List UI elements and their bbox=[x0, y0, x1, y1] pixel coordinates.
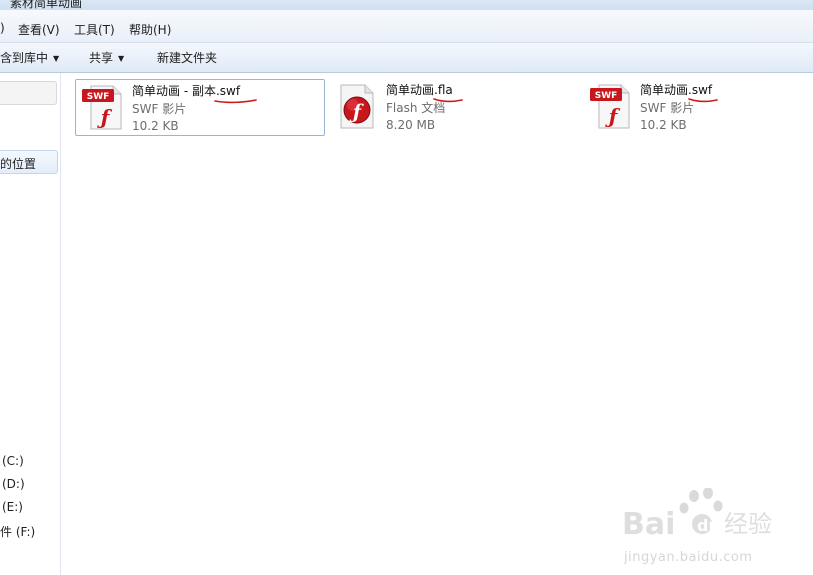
command-toolbar: 含到库中 ▼ 共享 ▼ 新建文件夹 bbox=[0, 43, 813, 73]
annotation-underline bbox=[433, 98, 463, 103]
window-titlebar: 素材简单动画 bbox=[0, 0, 813, 10]
file-type: SWF 影片 bbox=[132, 102, 187, 116]
nav-drive-d[interactable]: (D:) bbox=[2, 477, 25, 491]
baidu-paw-logo: Bai du 经验 bbox=[622, 487, 772, 542]
svg-text:Bai: Bai bbox=[622, 507, 675, 542]
file-size: 10.2 KB bbox=[640, 118, 687, 132]
file-tile-fla[interactable]: ƒ 简单动画.fla Flash 文档 8.20 MB bbox=[330, 79, 578, 134]
svg-text:SWF: SWF bbox=[595, 91, 618, 101]
nav-drive-c[interactable]: (C:) bbox=[2, 454, 24, 468]
nav-item-recent-places[interactable]: 的位置 bbox=[0, 150, 58, 174]
nav-drive-f[interactable]: 件 (F:) bbox=[0, 523, 35, 540]
menu-edit[interactable]: ) bbox=[0, 21, 5, 35]
menu-view[interactable]: 查看(V) bbox=[18, 21, 60, 38]
nav-item-favorites[interactable] bbox=[0, 81, 57, 105]
include-in-library-label: 含到库中 bbox=[0, 51, 49, 65]
file-tile-swf-copy[interactable]: SWF ƒ 简单动画 - 副本.swf SWF 影片 10.2 KB bbox=[75, 79, 325, 136]
chevron-down-icon: ▼ bbox=[53, 54, 60, 63]
file-type: SWF 影片 bbox=[640, 101, 695, 115]
navigation-pane: 的位置 (C:) (D:) (E:) 件 (F:) bbox=[0, 73, 61, 575]
watermark-url: jingyan.baidu.com bbox=[624, 550, 753, 565]
baidu-watermark: Bai du 经验 jingyan.baidu.com bbox=[620, 487, 810, 566]
svg-text:du: du bbox=[697, 516, 720, 535]
annotation-underline bbox=[688, 98, 718, 103]
menu-help[interactable]: 帮助(H) bbox=[129, 21, 171, 38]
svg-text:经验: 经验 bbox=[724, 510, 772, 538]
nav-drive-e[interactable]: (E:) bbox=[2, 500, 23, 514]
swf-file-icon: SWF ƒ bbox=[82, 85, 122, 130]
swf-file-icon: SWF ƒ bbox=[590, 84, 630, 129]
file-tile-swf[interactable]: SWF ƒ 简单动画.swf SWF 影片 10.2 KB bbox=[584, 79, 813, 134]
annotation-underline bbox=[214, 99, 257, 104]
share-button[interactable]: 共享 ▼ bbox=[89, 49, 124, 66]
chevron-down-icon: ▼ bbox=[118, 54, 125, 63]
window-title: 素材简单动画 bbox=[10, 0, 83, 10]
new-folder-button[interactable]: 新建文件夹 bbox=[157, 49, 217, 66]
svg-text:SWF: SWF bbox=[87, 92, 110, 102]
fla-file-icon: ƒ bbox=[340, 84, 374, 129]
menu-bar: ) 查看(V) 工具(T) 帮助(H) bbox=[0, 10, 813, 43]
nav-item-label: 的位置 bbox=[0, 157, 37, 171]
include-in-library-button[interactable]: 含到库中 ▼ bbox=[0, 49, 59, 66]
file-size: 8.20 MB bbox=[386, 118, 436, 132]
menu-tools[interactable]: 工具(T) bbox=[74, 21, 115, 38]
file-size: 10.2 KB bbox=[132, 119, 179, 133]
share-label: 共享 bbox=[89, 51, 114, 65]
